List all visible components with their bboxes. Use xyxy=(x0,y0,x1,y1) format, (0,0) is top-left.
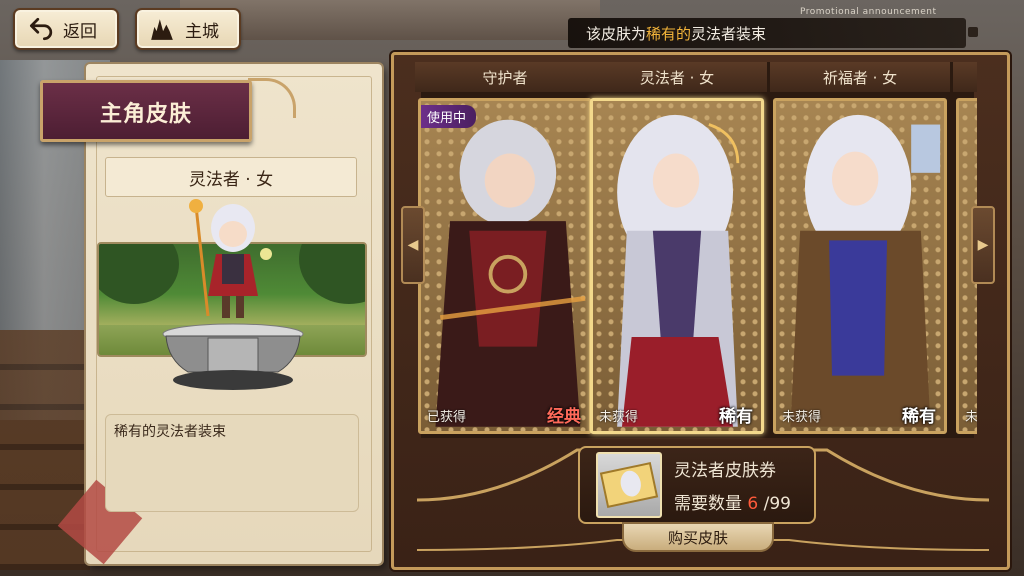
ticket-quantity: 需要数量 6 /99 xyxy=(674,489,791,514)
skin-card-rarity: 稀有 xyxy=(902,407,936,427)
announcement-prefix: 该皮肤为 xyxy=(586,24,647,43)
announcement-bar: 该皮肤为 稀有的 灵法者装束 xyxy=(568,18,966,48)
main-city-button[interactable]: 主城 xyxy=(135,8,241,50)
pedestal xyxy=(162,323,304,390)
ticket-quantity-need: 6 xyxy=(747,494,759,514)
promo-label: Promotional announcement xyxy=(800,7,937,17)
skin-card-frame: 未获得 稀有 xyxy=(773,98,947,434)
scene-tree xyxy=(99,244,179,304)
skin-description: 稀有的灵法者装束 xyxy=(105,414,359,512)
background-beam xyxy=(180,0,600,40)
main-city-button-label: 主城 xyxy=(185,21,219,42)
skin-card-guardian[interactable]: 守护者 使用中 已获得 经典 xyxy=(415,62,595,434)
skin-card-art xyxy=(617,114,740,427)
back-button[interactable]: 返回 xyxy=(13,8,119,50)
back-arrow-icon xyxy=(29,17,53,41)
back-button-label: 返回 xyxy=(63,21,97,42)
skin-card-title: 祈福者 · 女 xyxy=(770,62,950,92)
ticket-quantity-have: /99 xyxy=(763,494,791,514)
skin-card-art xyxy=(790,114,941,427)
announcement-highlight: 稀有的 xyxy=(646,24,692,43)
skin-card-status: 未获得 xyxy=(599,410,639,425)
page-title: 主角皮肤 xyxy=(99,102,192,127)
chibi-character xyxy=(189,199,272,318)
skin-card-status: 未 xyxy=(965,410,977,425)
skin-card-title: 灵法者 · 女 xyxy=(587,62,767,92)
skin-card-status: 未获得 xyxy=(782,410,822,425)
skin-card-status: 已获得 xyxy=(427,410,467,425)
ticket-name: 灵法者皮肤券 xyxy=(674,461,776,481)
skin-ticket-icon xyxy=(596,452,662,518)
page-title-banner: 主角皮肤 xyxy=(40,80,252,142)
skin-card-art xyxy=(435,119,586,427)
chevron-right-icon[interactable]: ▶ xyxy=(971,206,995,284)
skin-card-frame: 使用中 已获得 经典 xyxy=(418,98,592,434)
skin-card-title: 守护者 xyxy=(415,62,595,92)
skin-name-box: 灵法者 · 女 xyxy=(105,157,357,197)
skin-card-blessing-female[interactable]: 祈福者 · 女 未获得 稀有 xyxy=(770,62,950,434)
scene-tree xyxy=(299,244,365,304)
skin-card-spirit-mage-female[interactable]: 灵法者 · 女 未获得 稀有 xyxy=(587,62,767,434)
skin-card-frame: 未获得 稀有 xyxy=(590,98,764,434)
skin-card-title xyxy=(953,62,977,92)
in-use-badge: 使用中 xyxy=(421,105,477,128)
castle-icon xyxy=(151,19,173,40)
chevron-left-icon[interactable]: ◀ xyxy=(401,206,425,284)
skin-card-rarity: 经典 xyxy=(547,407,581,427)
ticket-quantity-label: 需要数量 xyxy=(674,494,742,514)
skin-card-rarity: 稀有 xyxy=(719,407,753,427)
announcement-end-marker xyxy=(968,27,978,37)
announcement-suffix: 灵法者装束 xyxy=(691,24,767,43)
buy-skin-button[interactable]: 购买皮肤 xyxy=(622,522,774,552)
